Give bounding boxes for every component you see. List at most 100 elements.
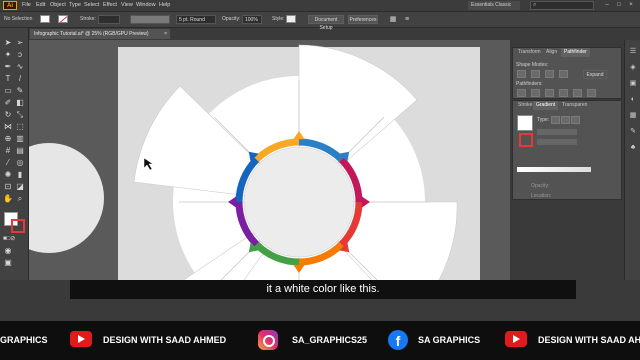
unite-button[interactable]: [517, 70, 526, 78]
menu-effect[interactable]: Effect: [103, 2, 117, 8]
graph-tool-icon[interactable]: ▮: [15, 170, 25, 180]
merge-button[interactable]: [545, 89, 554, 97]
close-tab-icon[interactable]: ×: [164, 29, 167, 39]
draw-mode-icon[interactable]: ◉: [3, 246, 13, 256]
minimize-icon[interactable]: –: [602, 1, 612, 10]
gradient-opacity-label: Opacity:: [531, 183, 550, 189]
gradient-slider[interactable]: [517, 167, 591, 172]
stroke-weight-field[interactable]: [98, 15, 120, 24]
screen-mode-icon[interactable]: ▣: [3, 258, 13, 268]
brushes-icon[interactable]: ✎: [629, 128, 637, 136]
arrange-icon[interactable]: ▦: [388, 15, 398, 25]
selection-tool-icon[interactable]: ➤: [3, 38, 13, 48]
menu-view[interactable]: View: [121, 2, 133, 8]
width-tool-icon[interactable]: ⋈: [3, 122, 13, 132]
lasso-tool-icon[interactable]: ↄ: [15, 50, 25, 60]
layers-icon[interactable]: ◈: [629, 64, 637, 72]
artboard-tool-icon[interactable]: ⊡: [3, 182, 13, 192]
document-tab[interactable]: Infographic Tutorial.ai* @ 25% (RGB/GPU …: [30, 29, 170, 39]
search-input[interactable]: ⌕: [530, 1, 594, 10]
linear-gradient-button[interactable]: [551, 116, 560, 124]
style-label: Style:: [272, 16, 285, 22]
type-tool-icon[interactable]: T: [3, 74, 13, 84]
workspace-switcher[interactable]: Essentials Classic: [468, 1, 520, 10]
scale-tool-icon[interactable]: ⤡: [15, 110, 25, 120]
color-icon[interactable]: ◐: [629, 96, 637, 104]
social-banner: GRAPHICS DESIGN WITH SAAD AHMED SA_GRAPH…: [0, 321, 640, 360]
gradient-stroke-icon[interactable]: [519, 133, 533, 147]
libraries-icon[interactable]: ▣: [629, 80, 637, 88]
swatches-icon[interactable]: ▦: [629, 112, 637, 120]
magic-wand-tool-icon[interactable]: ✦: [3, 50, 13, 60]
freeform-gradient-button[interactable]: [571, 116, 580, 124]
outline-button[interactable]: [573, 89, 582, 97]
shaper-tool-icon[interactable]: ✐: [3, 98, 13, 108]
eyedropper-tool-icon[interactable]: ⁄: [3, 158, 13, 168]
rotate-tool-icon[interactable]: ↻: [3, 110, 13, 120]
shape-builder-tool-icon[interactable]: ⊕: [3, 134, 13, 144]
close-icon[interactable]: ×: [626, 1, 636, 10]
menu-window[interactable]: Window: [136, 2, 156, 8]
variable-width-profile[interactable]: [130, 15, 170, 24]
exclude-button[interactable]: [559, 70, 568, 78]
gradient-swatch[interactable]: [517, 115, 533, 131]
preferences-button[interactable]: Preferences: [348, 15, 378, 24]
symbol-sprayer-tool-icon[interactable]: ✺: [3, 170, 13, 180]
expand-button[interactable]: Expand: [583, 70, 607, 79]
stroke-color-icon[interactable]: [11, 219, 25, 233]
tab-align[interactable]: Align: [543, 48, 560, 57]
menu-help[interactable]: Help: [159, 2, 170, 8]
menu-edit[interactable]: Edit: [36, 2, 45, 8]
slice-tool-icon[interactable]: ◪: [15, 182, 25, 192]
eraser-tool-icon[interactable]: ◧: [15, 98, 25, 108]
divide-button[interactable]: [517, 89, 526, 97]
blend-tool-icon[interactable]: ◎: [15, 158, 25, 168]
selection-status: No Selection: [4, 16, 33, 22]
rectangle-tool-icon[interactable]: ▭: [3, 86, 13, 96]
tab-transparency[interactable]: Transparen: [559, 101, 590, 110]
maximize-icon[interactable]: □: [614, 1, 624, 10]
symbols-icon[interactable]: ♣: [629, 144, 637, 152]
minus-front-button[interactable]: [531, 70, 540, 78]
opacity-label: Opacity:: [222, 16, 241, 22]
fill-swatch[interactable]: [40, 15, 50, 23]
menu-object[interactable]: Object: [50, 2, 66, 8]
perspective-grid-tool-icon[interactable]: ▥: [15, 134, 25, 144]
gradient-tool-icon[interactable]: ▤: [15, 146, 25, 156]
curvature-tool-icon[interactable]: ∿: [15, 62, 25, 72]
properties-icon[interactable]: ☰: [629, 48, 637, 56]
free-transform-tool-icon[interactable]: ⬚: [15, 122, 25, 132]
radial-gradient-button[interactable]: [561, 116, 570, 124]
tab-pathfinder[interactable]: Pathfinder: [561, 48, 590, 57]
paintbrush-tool-icon[interactable]: ✎: [15, 86, 25, 96]
brush-definition[interactable]: 5 pt. Round: [176, 15, 216, 24]
line-tool-icon[interactable]: /: [15, 74, 25, 84]
menu-select[interactable]: Select: [84, 2, 99, 8]
zoom-tool-icon[interactable]: ⌕: [15, 194, 25, 204]
more-options-icon[interactable]: ≡: [402, 15, 412, 25]
document-setup-button[interactable]: Document Setup: [308, 15, 344, 31]
mesh-tool-icon[interactable]: #: [3, 146, 13, 156]
tab-gradient[interactable]: Gradient: [533, 101, 559, 110]
menu-type[interactable]: Type: [69, 2, 81, 8]
hand-tool-icon[interactable]: ✋: [3, 194, 13, 204]
crop-button[interactable]: [559, 89, 568, 97]
search-icon: ⌕: [533, 2, 537, 8]
stroke-swatch[interactable]: [58, 15, 68, 23]
tab-transform[interactable]: Transform: [515, 48, 544, 57]
pen-tool-icon[interactable]: ✒: [3, 62, 13, 72]
stroke-label: Stroke:: [80, 16, 96, 22]
menu-file[interactable]: File: [22, 2, 31, 8]
minus-back-button[interactable]: [587, 89, 596, 97]
document-tab-title: Infographic Tutorial.ai* @ 25% (RGB/GPU …: [34, 31, 149, 37]
gradient-aspect-field[interactable]: [537, 139, 577, 145]
graphic-style-swatch[interactable]: [286, 15, 296, 23]
gradient-angle-field[interactable]: [537, 129, 577, 135]
direct-selection-tool-icon[interactable]: ➢: [15, 38, 25, 48]
intersect-button[interactable]: [545, 70, 554, 78]
opacity-field[interactable]: 100%: [242, 15, 262, 24]
pathfinder-panel: Transform Align Pathfinder Shape Modes: …: [512, 47, 622, 99]
color-mode-icon[interactable]: ■□⊘: [3, 234, 15, 244]
trim-button[interactable]: [531, 89, 540, 97]
canvas[interactable]: [29, 40, 510, 280]
